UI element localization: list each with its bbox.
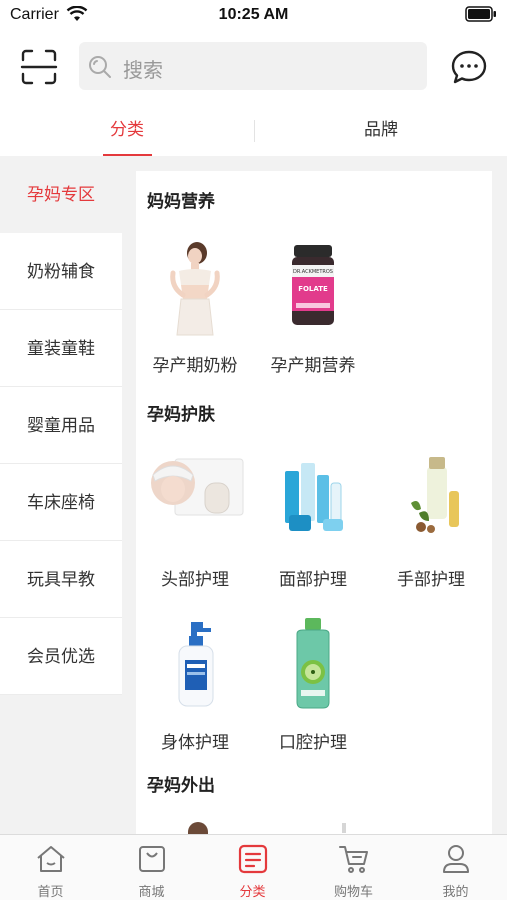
maternity-formula-image — [145, 239, 245, 339]
message-icon[interactable] — [450, 48, 488, 86]
nav-mall[interactable]: 商城 — [101, 835, 202, 900]
subcategory-panel: 妈妈营养 孕产期奶粉 DR.ACKMETROS FOLATE 孕产期营养 孕妈护… — [136, 171, 492, 834]
outing-product-image-partial — [342, 823, 346, 833]
product-label: 面部护理 — [279, 570, 347, 589]
nav-label: 商城 — [138, 884, 165, 899]
tab-divider — [254, 120, 255, 142]
tab-category[interactable]: 分类 — [0, 106, 254, 156]
product-maternity-formula[interactable]: 孕产期奶粉 — [136, 239, 254, 376]
sidebar-item-formula[interactable]: 奶粉辅食 — [0, 233, 122, 310]
shopping-bag-icon — [136, 843, 168, 875]
section-title-skincare: 孕妈护肤 — [147, 405, 215, 424]
nav-cart[interactable]: 购物车 — [303, 835, 404, 900]
nav-label: 首页 — [37, 884, 64, 899]
user-icon — [440, 843, 472, 875]
oral-care-image — [263, 616, 363, 716]
product-label: 头部护理 — [161, 570, 229, 589]
clock: 10:25 AM — [218, 6, 289, 23]
section-title-nutrition: 妈妈营养 — [147, 192, 215, 211]
maternity-nutrition-image: DR.ACKMETROS FOLATE — [263, 239, 363, 339]
head-care-image — [145, 453, 245, 553]
product-label: 手部护理 — [397, 570, 465, 589]
tab-brand[interactable]: 品牌 — [254, 106, 507, 156]
sidebar-item-maternity[interactable]: 孕妈专区 — [0, 156, 122, 233]
search-icon — [87, 54, 113, 85]
product-face-care[interactable]: 面部护理 — [254, 453, 372, 590]
product-oral-care[interactable]: 口腔护理 — [254, 616, 372, 753]
outing-product-image-partial — [188, 822, 208, 834]
product-label: 孕产期营养 — [270, 356, 356, 375]
section-title-outing: 孕妈外出 — [147, 776, 215, 795]
status-bar: Carrier 10:25 AM — [0, 0, 507, 30]
scan-icon[interactable] — [20, 48, 58, 86]
sidebar-item-kids-clothing[interactable]: 童装童鞋 — [0, 310, 122, 387]
nav-home[interactable]: 首页 — [0, 835, 101, 900]
supplement-name-text: FOLATE — [298, 285, 328, 293]
home-icon — [35, 843, 67, 875]
cart-icon — [338, 843, 370, 875]
sidebar-item-member[interactable]: 会员优选 — [0, 618, 122, 695]
product-body-care[interactable]: 身体护理 — [136, 616, 254, 753]
product-label: 身体护理 — [161, 733, 229, 752]
sidebar-item-toys[interactable]: 玩具早教 — [0, 541, 122, 618]
product-maternity-nutrition[interactable]: DR.ACKMETROS FOLATE 孕产期营养 — [254, 239, 372, 376]
search-input[interactable]: 搜索 — [79, 42, 427, 90]
face-care-image — [263, 453, 363, 553]
nav-label: 我的 — [442, 884, 469, 899]
battery-icon — [465, 6, 497, 27]
category-list-icon — [237, 843, 269, 875]
nav-profile[interactable]: 我的 — [405, 835, 506, 900]
search-placeholder: 搜索 — [123, 60, 163, 82]
supplement-brand-text: DR.ACKMETROS — [293, 269, 333, 275]
hand-care-image — [381, 453, 481, 553]
nav-category[interactable]: 分类 — [202, 835, 303, 900]
sidebar-item-baby-products[interactable]: 婴童用品 — [0, 387, 122, 464]
nav-label: 购物车 — [333, 884, 373, 899]
top-bar: 搜索 — [0, 40, 507, 92]
bottom-navigation: 首页 商城 分类 购物车 我的 — [0, 834, 507, 900]
sidebar-item-car-seats[interactable]: 车床座椅 — [0, 464, 122, 541]
body-care-image — [145, 616, 245, 716]
product-head-care[interactable]: 头部护理 — [136, 453, 254, 590]
tab-bar: 分类 品牌 — [0, 106, 507, 157]
product-hand-care[interactable]: 手部护理 — [372, 453, 490, 590]
product-label: 口腔护理 — [279, 733, 347, 752]
nav-label: 分类 — [239, 884, 266, 899]
category-sidebar: 孕妈专区 奶粉辅食 童装童鞋 婴童用品 车床座椅 玩具早教 会员优选 — [0, 156, 122, 695]
product-label: 孕产期奶粉 — [152, 356, 238, 375]
